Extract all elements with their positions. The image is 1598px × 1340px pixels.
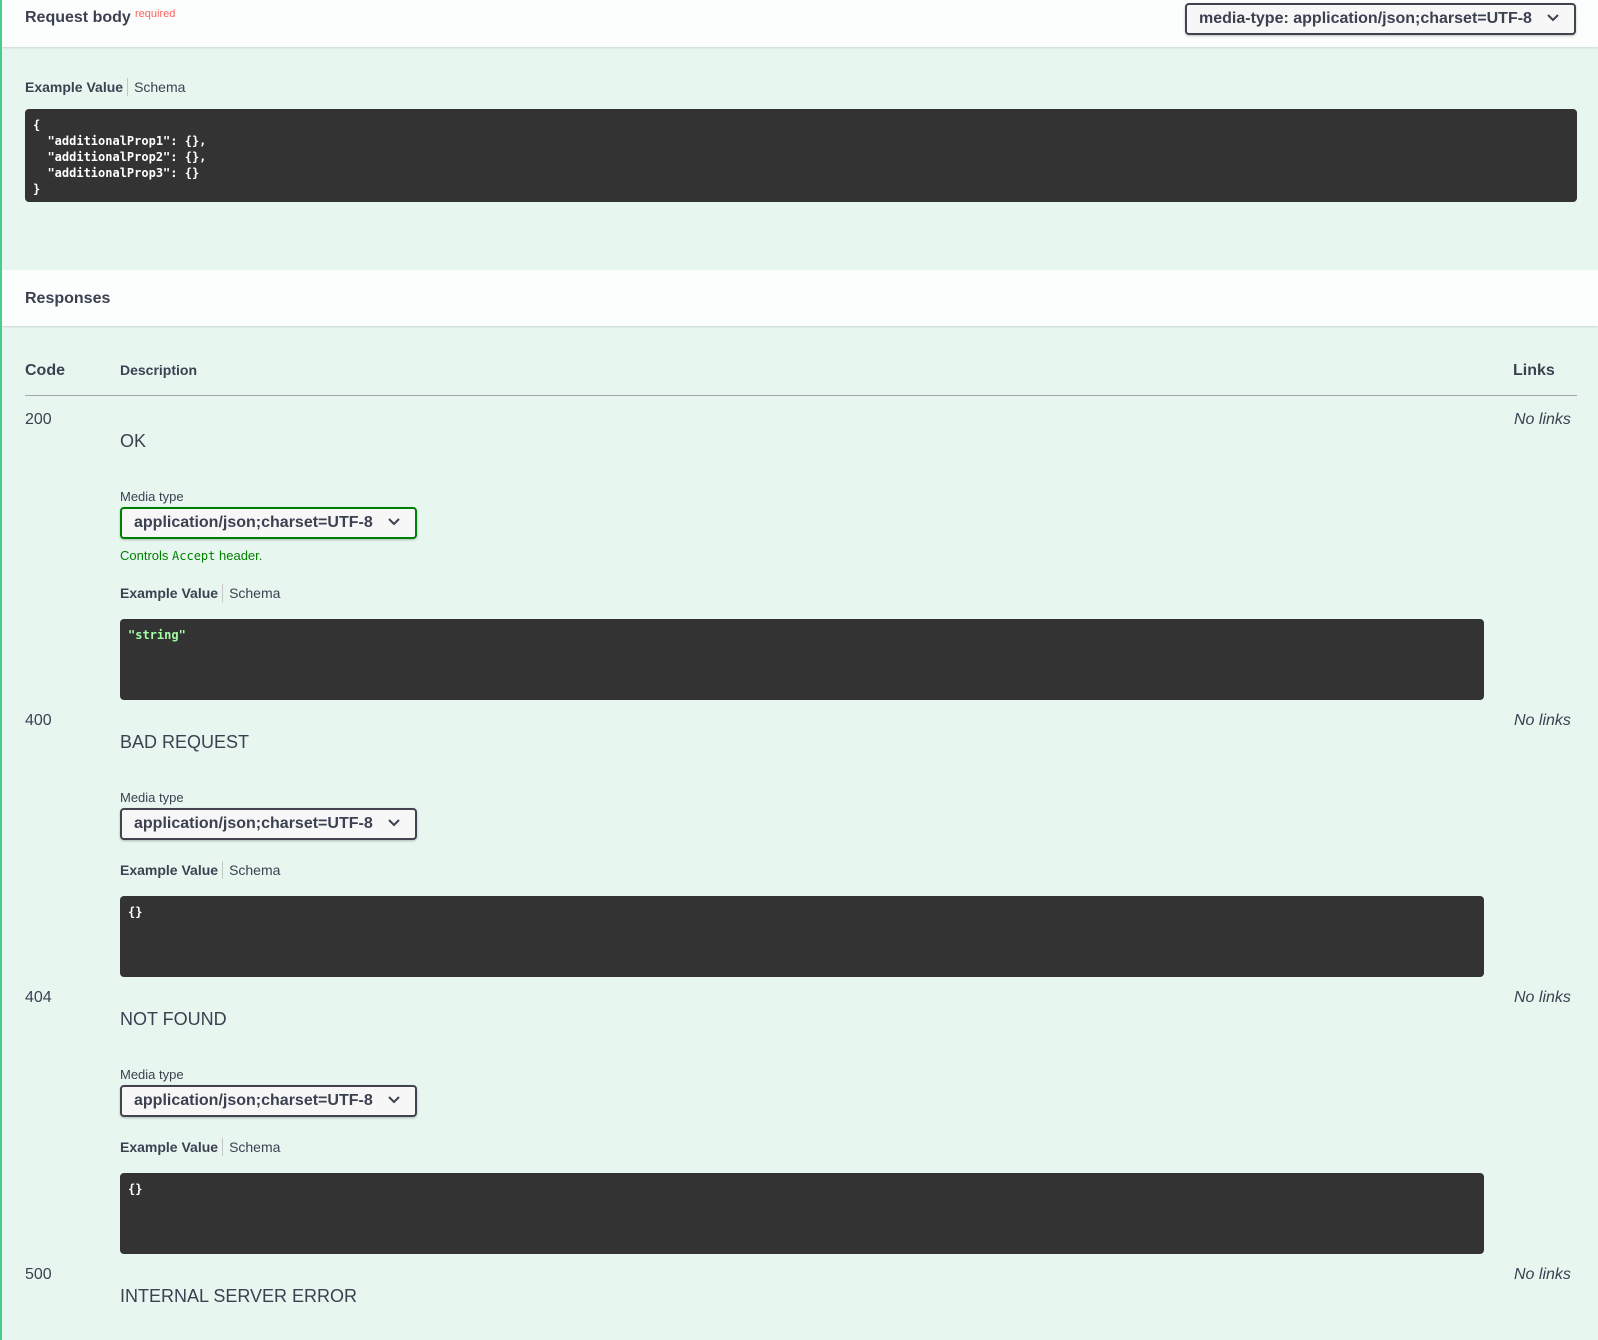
tab-schema[interactable]: Schema [127,78,185,96]
response-description-500: INTERNAL SERVER ERROR [120,1286,358,1306]
request-media-type-select[interactable]: media-type: application/json;charset=UTF… [1185,3,1576,35]
response-description-200: OK [120,431,147,451]
response-links-200: No links [1514,411,1571,428]
request-example-tabs: Example Value Schema [25,78,185,96]
response-description-400: BAD REQUEST [120,732,250,752]
column-header-description: Description [120,362,198,378]
responses-header: Responses [2,270,1598,326]
tab-schema[interactable]: Schema [222,861,280,879]
response-links-500: No links [1514,1266,1571,1283]
response-code-200: 200 [25,411,52,428]
response-example-code-404: {} [120,1173,1484,1254]
chevron-down-icon [388,1096,400,1104]
request-body-title: Request body [25,9,131,26]
request-media-type-value: media-type: application/json;charset=UTF… [1199,10,1532,27]
column-header-links: Links [1513,362,1555,379]
chevron-down-icon [388,819,400,827]
response-code-404: 404 [25,989,52,1006]
media-type-select-200[interactable]: application/json;charset=UTF-8 [120,507,417,539]
response-example-code-200: "string" [120,619,1484,700]
media-type-value-200: application/json;charset=UTF-8 [134,514,373,531]
response-code-400: 400 [25,712,52,729]
tab-example-value[interactable]: Example Value [120,584,218,602]
response-links-400: No links [1514,712,1571,729]
response-example-tabs-200: Example Value Schema [120,584,280,602]
required-marker: required [135,8,176,20]
tab-example-value[interactable]: Example Value [120,861,218,879]
tab-schema[interactable]: Schema [222,1138,280,1156]
response-code-500: 500 [25,1266,52,1283]
media-type-label-200: Media type [120,489,184,504]
tab-example-value[interactable]: Example Value [120,1138,218,1156]
response-links-404: No links [1514,989,1571,1006]
request-body-header: Request body required media-type: applic… [2,0,1598,47]
tab-schema[interactable]: Schema [222,584,280,602]
media-type-value-404: application/json;charset=UTF-8 [134,1092,373,1109]
tab-example-value[interactable]: Example Value [25,78,123,96]
media-type-label-400: Media type [120,790,184,805]
media-type-value-400: application/json;charset=UTF-8 [134,815,373,832]
responses-title: Responses [25,290,111,307]
chevron-down-icon [1547,14,1559,22]
response-description-404: NOT FOUND [120,1009,227,1029]
media-type-select-400[interactable]: application/json;charset=UTF-8 [120,808,417,840]
media-type-select-404[interactable]: application/json;charset=UTF-8 [120,1085,417,1117]
chevron-down-icon [388,518,400,526]
column-header-code: Code [25,362,65,379]
response-example-tabs-404: Example Value Schema [120,1138,280,1156]
media-type-label-404: Media type [120,1067,184,1082]
response-example-tabs-400: Example Value Schema [120,861,280,879]
controls-accept-note: Controls Accept header. [120,548,263,563]
request-example-code: { "additionalProp1": {}, "additionalProp… [25,109,1577,202]
table-header-divider [25,395,1577,396]
response-example-code-400: {} [120,896,1484,977]
operation-panel: Request body required media-type: applic… [0,0,1598,1340]
